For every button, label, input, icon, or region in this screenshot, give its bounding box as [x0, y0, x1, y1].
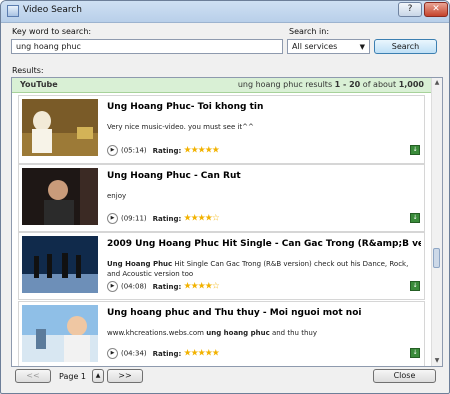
results-panel[interactable]: YouTube ung hoang phuc results 1 - 20 of…	[11, 77, 443, 367]
video-description: Ung Hoang Phuc Hit Single Can Gac Trong …	[107, 260, 409, 278]
download-icon[interactable]: ↓	[410, 281, 420, 291]
download-icon[interactable]: ↓	[410, 213, 420, 223]
video-description: www.khcreations.webs.com ung hoang phuc …	[107, 329, 317, 337]
video-search-window: Video Search ? ✕ Key word to search: ung…	[0, 0, 450, 394]
app-icon	[7, 5, 19, 17]
video-title[interactable]: Ung Hoang Phuc- Toi khong tin	[107, 102, 421, 112]
video-title[interactable]: Ung Hoang Phuc - Can Rut	[107, 171, 421, 181]
youtube-logo: YouTube	[20, 80, 58, 89]
rating-stars: ★★★★☆	[183, 281, 220, 292]
service-select[interactable]: All services ▼	[287, 39, 370, 54]
rating-stars: ★★★★☆	[183, 213, 220, 224]
search-in-label: Search in:	[289, 27, 330, 36]
rating-stars: ★★★★★	[183, 145, 220, 156]
play-icon[interactable]: ▶	[107, 145, 118, 156]
play-icon[interactable]: ▶	[107, 281, 118, 292]
video-title[interactable]: 2009 Ung Hoang Phuc Hit Single - Can Gac…	[107, 239, 421, 249]
keyword-input[interactable]: ung hoang phuc	[11, 39, 283, 54]
scroll-down-icon[interactable]: ▼	[432, 356, 442, 366]
video-meta: ▶ (09:11) Rating: ★★★★☆	[107, 213, 220, 224]
provider-bar: YouTube ung hoang phuc results 1 - 20 of…	[12, 78, 432, 93]
close-button[interactable]: Close	[373, 369, 436, 383]
video-description: enjoy	[107, 192, 127, 200]
video-thumbnail[interactable]	[22, 305, 98, 362]
list-item[interactable]: Ung Hoang Phuc- Toi khong tin Very nice …	[18, 95, 425, 164]
video-description: Very nice music-video. you must see it^^	[107, 123, 254, 131]
list-item[interactable]: Ung hoang phuc and Thu thuy - Moi nguoi …	[18, 301, 425, 366]
page-stepper[interactable]: ▲	[92, 369, 104, 383]
list-item[interactable]: 2009 Ung Hoang Phuc Hit Single - Can Gac…	[18, 232, 425, 300]
scroll-up-icon[interactable]: ▲	[432, 78, 442, 88]
rating-stars: ★★★★★	[183, 348, 220, 359]
download-icon[interactable]: ↓	[410, 348, 420, 358]
window-title: Video Search	[23, 5, 82, 15]
window-close-button[interactable]: ✕	[424, 2, 448, 17]
list-item[interactable]: Ung Hoang Phuc - Can Rut enjoy ▶ (09:11) R…	[18, 164, 425, 232]
page-label: Page 1	[59, 372, 86, 381]
keyword-label: Key word to search:	[12, 27, 92, 36]
chevron-down-icon: ▼	[359, 43, 365, 51]
video-meta: ▶ (04:34) Rating: ★★★★★	[107, 348, 220, 359]
search-button[interactable]: Search	[374, 39, 437, 54]
video-thumbnail[interactable]	[22, 99, 98, 156]
vertical-scrollbar[interactable]: ▲ ▼	[431, 78, 442, 366]
video-title[interactable]: Ung hoang phuc and Thu thuy - Moi nguoi …	[107, 308, 421, 318]
video-thumbnail[interactable]	[22, 236, 98, 293]
title-bar: Video Search ? ✕	[1, 1, 449, 23]
next-page-button[interactable]: >>	[107, 369, 143, 383]
download-icon[interactable]: ↓	[410, 145, 420, 155]
play-icon[interactable]: ▶	[107, 348, 118, 359]
pager-bar: << Page 1 ▲ >> Close	[11, 369, 441, 385]
video-meta: ▶ (05:14) Rating: ★★★★★	[107, 145, 220, 156]
play-icon[interactable]: ▶	[107, 213, 118, 224]
video-meta: ▶ (04:08) Rating: ★★★★☆	[107, 281, 220, 292]
previous-page-button[interactable]: <<	[15, 369, 51, 383]
video-thumbnail[interactable]	[22, 168, 98, 225]
results-count: ung hoang phuc results 1 - 20 of about 1…	[237, 80, 424, 89]
service-value: All services	[292, 42, 338, 51]
scrollbar-thumb[interactable]	[433, 248, 440, 268]
help-button[interactable]: ?	[398, 2, 422, 17]
results-label: Results:	[12, 66, 44, 75]
